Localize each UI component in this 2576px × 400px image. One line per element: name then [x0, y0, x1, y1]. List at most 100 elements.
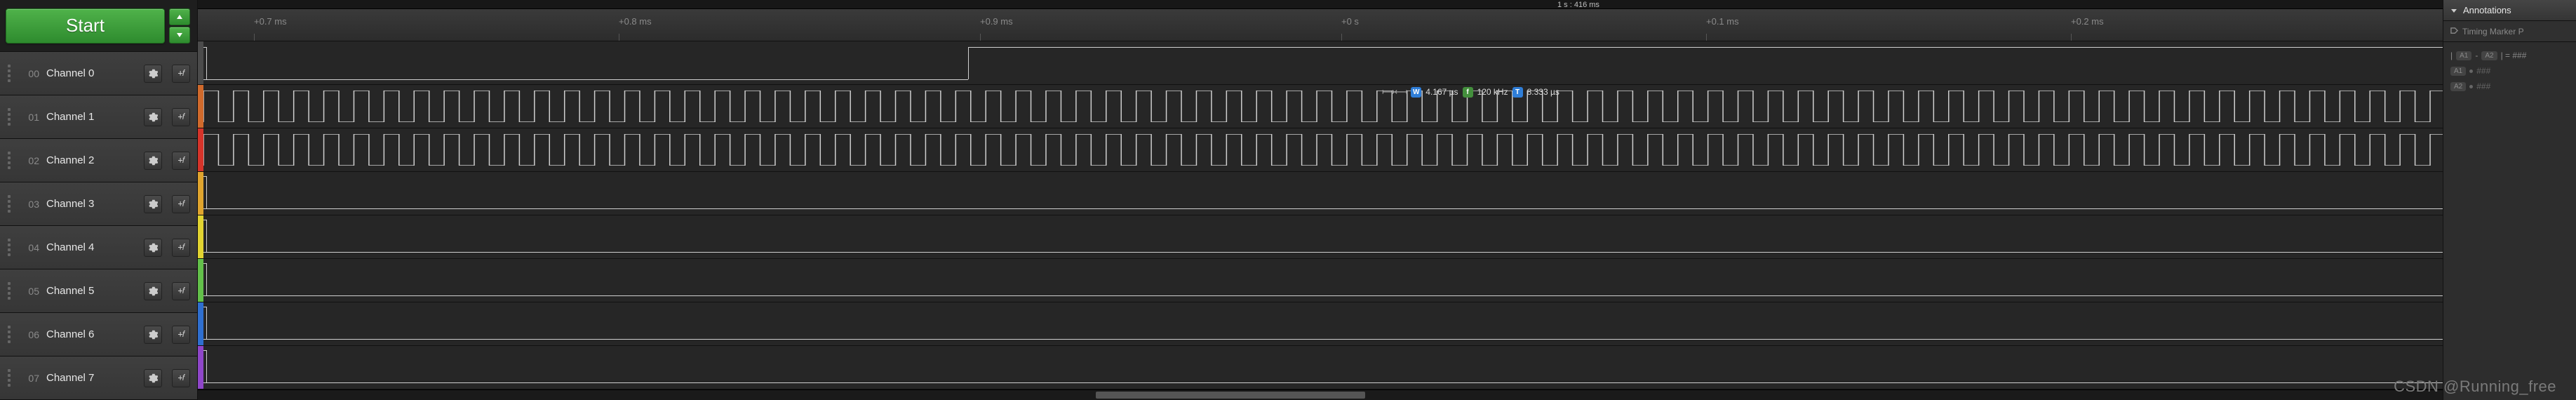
waveform-row[interactable] [198, 302, 2443, 346]
channel-color-strip [198, 259, 203, 302]
channel-settings-button[interactable] [144, 282, 162, 300]
channel-color-strip [198, 128, 203, 171]
gear-icon [148, 156, 158, 166]
channel-name[interactable]: Channel 7 [46, 372, 137, 384]
start-down-button[interactable] [169, 27, 190, 44]
channel-color-strip [198, 215, 203, 258]
channel-trigger-button[interactable]: +𝑓 [172, 152, 190, 170]
ruler-tick-label: +0.1 ms [1706, 16, 1739, 27]
time-ruler[interactable]: +0.7 ms+0.8 ms+0.9 ms+0 s+0.1 ms+0.2 ms [198, 9, 2443, 41]
trigger-icon: +𝑓 [178, 286, 185, 296]
waveform-canvas[interactable] [203, 172, 2443, 215]
channel-trigger-button[interactable]: +𝑓 [172, 65, 190, 83]
gear-icon [148, 330, 158, 340]
drag-handle-icon[interactable] [4, 326, 14, 343]
channel-color-strip [198, 85, 203, 128]
channel-name[interactable]: Channel 1 [46, 111, 137, 123]
channel-color-strip [198, 346, 203, 389]
waveform-canvas[interactable]: ⟼⟻W4.167 µsf120 kHzT8.333 µs [203, 85, 2443, 128]
channel-index: 01 [21, 112, 39, 123]
ruler-tick-label: +0.2 ms [2071, 16, 2104, 27]
channel-name[interactable]: Channel 2 [46, 154, 137, 166]
waveform-canvas[interactable] [203, 302, 2443, 345]
channel-index: 07 [21, 373, 39, 384]
waveform-row[interactable] [198, 41, 2443, 85]
channel-name[interactable]: Channel 4 [46, 241, 137, 253]
marker-a1-row[interactable]: A1 ### [2450, 63, 2569, 79]
waveform-row[interactable] [198, 128, 2443, 172]
channel-trigger-button[interactable]: +𝑓 [172, 326, 190, 344]
drag-handle-icon[interactable] [4, 239, 14, 256]
overview-scrollbar[interactable] [198, 389, 2443, 400]
waveform-canvas[interactable] [203, 346, 2443, 389]
waveform-row[interactable] [198, 346, 2443, 389]
tag-icon [2450, 27, 2458, 35]
channel-row: 04Channel 4+𝑓 [0, 226, 197, 269]
channel-index: 05 [21, 286, 39, 297]
trigger-icon: +𝑓 [178, 329, 185, 340]
channel-index: 03 [21, 199, 39, 210]
channel-settings-button[interactable] [144, 152, 162, 170]
channel-row: 01 Channel 1 +𝑓 [0, 95, 197, 139]
channel-settings-button[interactable] [144, 108, 162, 126]
waveform-canvas[interactable] [203, 215, 2443, 258]
marker-pair-summary: | A1 - A2 | = ### [2450, 48, 2569, 63]
channel-row: 00 Channel 0 +𝑓 [0, 52, 197, 95]
timing-marker-row[interactable]: Timing Marker P [2443, 21, 2576, 42]
marker-dot-icon [2469, 69, 2473, 73]
waveform-row[interactable] [198, 172, 2443, 215]
channel-settings-button[interactable] [144, 195, 162, 213]
channel-settings-button[interactable] [144, 65, 162, 83]
channel-name[interactable]: Channel 5 [46, 285, 137, 297]
waveform-row[interactable] [198, 259, 2443, 302]
timeline-bar[interactable]: 1 s : 416 ms [198, 0, 2443, 9]
annotations-title: Annotations [2463, 5, 2511, 15]
ruler-tick-label: +0 s [1341, 16, 1359, 27]
drag-handle-icon[interactable] [4, 108, 14, 126]
marker-a2-row[interactable]: A2 ### [2450, 79, 2569, 94]
drag-handle-icon[interactable] [4, 369, 14, 387]
marker-dot-icon [2469, 85, 2473, 88]
channel-name[interactable]: Channel 3 [46, 198, 137, 210]
channel-row: 03 Channel 3 +𝑓 [0, 182, 197, 226]
start-up-button[interactable] [169, 8, 190, 25]
drag-handle-icon[interactable] [4, 195, 14, 213]
channel-name[interactable]: Channel 0 [46, 67, 137, 79]
gear-icon [148, 373, 158, 383]
channel-row: 02Channel 2+𝑓 [0, 139, 197, 182]
waveform-row[interactable] [198, 215, 2443, 259]
channel-trigger-button[interactable]: +𝑓 [172, 239, 190, 257]
channel-trigger-button[interactable]: +𝑓 [172, 195, 190, 213]
gear-icon [148, 112, 158, 122]
channel-color-strip [198, 172, 203, 215]
channel-settings-button[interactable] [144, 326, 162, 344]
drag-handle-icon[interactable] [4, 65, 14, 82]
channel-index: 00 [21, 68, 39, 79]
drag-handle-icon[interactable] [4, 282, 14, 300]
trigger-icon: +𝑓 [178, 199, 185, 209]
drag-handle-icon[interactable] [4, 152, 14, 169]
channel-row: 07 Channel 7 +𝑓 [0, 356, 197, 400]
channel-trigger-button[interactable]: +𝑓 [172, 108, 190, 126]
channel-name[interactable]: Channel 6 [46, 328, 137, 340]
channel-settings-button[interactable] [144, 239, 162, 257]
timing-marker-label: Timing Marker P [2462, 27, 2524, 36]
gear-icon [148, 243, 158, 253]
gear-icon [148, 199, 158, 209]
annotations-header[interactable]: Annotations [2443, 0, 2576, 21]
channel-settings-button[interactable] [144, 369, 162, 387]
ruler-tick-label: +0.8 ms [619, 16, 652, 27]
gear-icon [148, 286, 158, 296]
waveform-row[interactable]: ⟼⟻W4.167 µsf120 kHzT8.333 µs [198, 85, 2443, 128]
trigger-icon: +𝑓 [178, 155, 185, 166]
overview-thumb[interactable] [1096, 392, 1365, 399]
channel-trigger-button[interactable]: +𝑓 [172, 369, 190, 387]
channel-index: 06 [21, 329, 39, 340]
start-button[interactable]: Start [6, 8, 165, 44]
channel-color-strip [198, 41, 203, 84]
waveform-canvas[interactable] [203, 259, 2443, 302]
waveform-canvas[interactable] [203, 41, 2443, 84]
trigger-icon: +𝑓 [178, 68, 185, 79]
channel-trigger-button[interactable]: +𝑓 [172, 282, 190, 300]
waveform-canvas[interactable] [203, 128, 2443, 171]
